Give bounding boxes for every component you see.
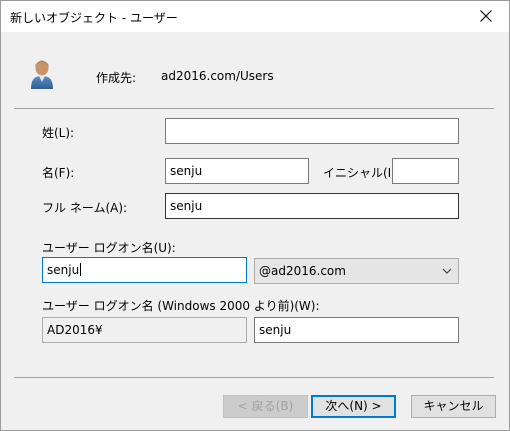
full-name-field[interactable]: senju <box>165 193 459 219</box>
logon-name-label: ユーザー ログオン名(U): <box>42 241 176 255</box>
user-icon <box>31 60 53 89</box>
domain-dropdown[interactable]: @ad2016.com <box>254 258 459 284</box>
next-button[interactable]: 次へ(N) > <box>311 395 396 418</box>
pre2000-domain-field: AD2016¥ <box>42 317 247 343</box>
cancel-button[interactable]: キャンセル <box>411 395 496 418</box>
new-user-dialog: 新しいオブジェクト - ユーザー 作成先: ad2016.com/Users 姓… <box>0 0 510 431</box>
last-name-field[interactable] <box>165 118 459 144</box>
back-button[interactable]: < 戻る(B) <box>223 395 308 418</box>
first-name-label: 名(F): <box>42 166 75 180</box>
first-name-field[interactable]: senju <box>165 158 309 184</box>
initials-field[interactable] <box>392 158 459 184</box>
create-in-label: 作成先: <box>96 71 137 85</box>
close-button[interactable] <box>463 1 509 32</box>
close-icon <box>480 10 492 22</box>
pre2000-label: ユーザー ログオン名 (Windows 2000 より前)(W): <box>42 299 320 313</box>
text-caret <box>80 263 82 276</box>
initials-label: イニシャル(I): <box>323 166 400 180</box>
logon-name-text: senju <box>47 263 80 277</box>
last-name-label: 姓(L): <box>42 126 75 140</box>
header-separator <box>14 108 494 109</box>
window-title: 新しいオブジェクト - ユーザー <box>10 11 178 25</box>
create-in-value: ad2016.com/Users <box>161 69 274 83</box>
footer-separator <box>14 377 494 378</box>
logon-name-field[interactable]: senju <box>42 257 247 283</box>
chevron-down-icon <box>442 268 452 274</box>
full-name-label: フル ネーム(A): <box>42 201 128 215</box>
domain-dropdown-value: @ad2016.com <box>259 264 346 278</box>
title-bar: 新しいオブジェクト - ユーザー <box>1 1 509 32</box>
pre2000-name-field[interactable]: senju <box>254 317 459 343</box>
